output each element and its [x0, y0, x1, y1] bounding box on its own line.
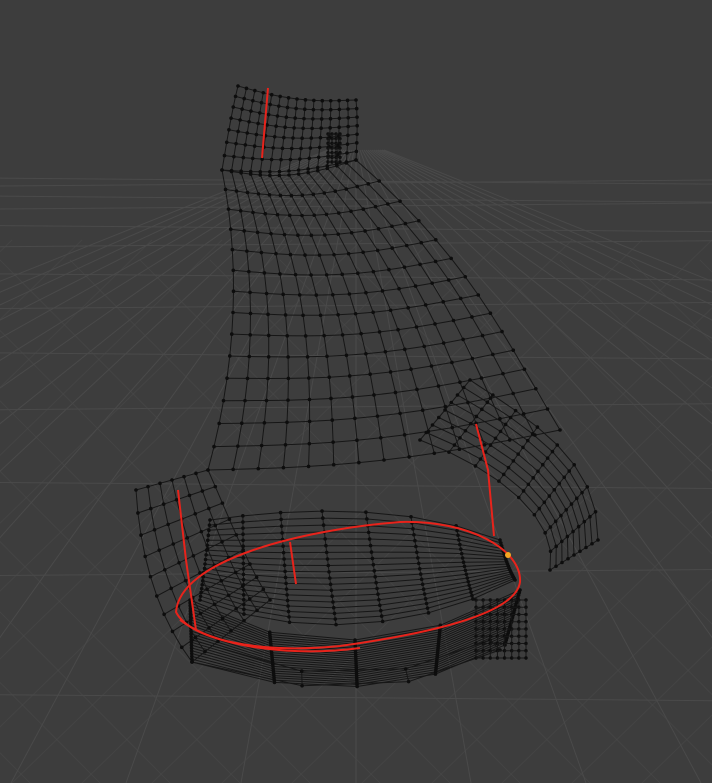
- floor-grid: [0, 149, 712, 783]
- active-vertex[interactable]: [505, 552, 511, 558]
- mesh-wireframe[interactable]: [134, 84, 600, 689]
- viewport-canvas[interactable]: [0, 0, 712, 783]
- 3d-viewport[interactable]: [0, 0, 712, 783]
- mesh-edges: [135, 85, 599, 688]
